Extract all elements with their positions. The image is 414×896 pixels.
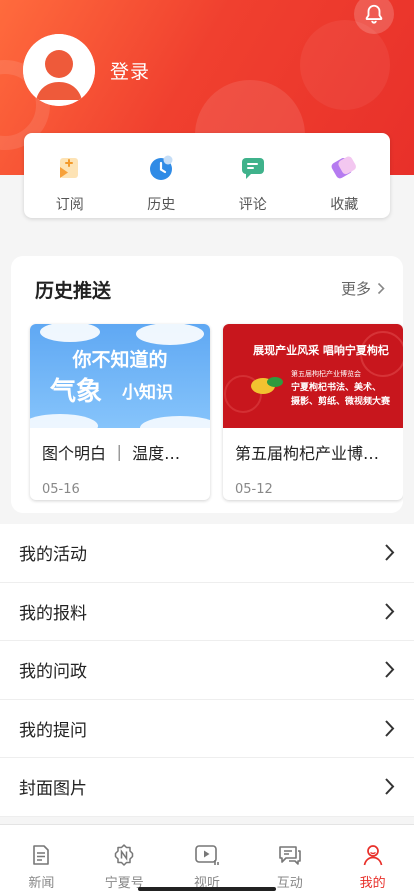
tab-interact[interactable]: 互动 [248,825,331,896]
history-clock-icon [146,153,176,183]
news-date: 05-12 [235,482,273,497]
quick-action-label: 订阅 [55,197,84,213]
menu-item-label: 我的活动 [19,545,87,566]
chevron-right-icon [385,603,395,620]
thumb-text: 摄影、剪纸、微视频大赛 [291,395,391,407]
quick-actions-card: 订阅 历史 评论 收藏 [24,133,390,218]
chevron-right-icon [385,661,395,678]
news-thumbnail: 你不知道的 气象 小知识 [30,324,210,428]
quick-action-comment[interactable]: 评论 [207,133,299,218]
notification-button[interactable] [354,0,394,34]
tab-ningxia[interactable]: 宁夏号 [83,825,166,896]
thumb-text: 气象 [49,376,102,407]
history-item[interactable]: 你不知道的 气象 小知识 图个明白 ｜ 温度… 05-16 [30,324,210,500]
ningxia-badge-icon [114,844,134,866]
bottom-tab-bar: 新闻 宁夏号 视听 互动 我的 [0,824,414,896]
menu-item-label: 封面图片 [19,779,87,800]
news-thumbnail: 展现产业风采 唱响宁夏枸杞 第五届枸杞产业博览会 宁夏枸杞书法、美术、 摄影、剪… [223,324,403,428]
more-link[interactable]: 更多 [341,278,385,299]
tab-label: 新闻 [28,876,55,891]
thumb-text: 你不知道的 [71,348,167,371]
chat-icon [278,846,301,865]
history-item[interactable]: 展现产业风采 唱响宁夏枸杞 第五届枸杞产业博览会 宁夏枸杞书法、美术、 摄影、剪… [223,324,403,500]
tab-label: 互动 [276,876,303,891]
quick-action-label: 收藏 [330,197,359,213]
favorite-icon [329,153,359,183]
tab-mine[interactable]: 我的 [331,825,414,896]
quick-action-subscribe[interactable]: 订阅 [24,133,116,218]
default-avatar-icon [23,34,95,106]
news-date: 05-16 [42,482,80,497]
chevron-right-icon [385,778,395,795]
home-indicator [138,887,276,891]
video-play-icon [195,845,219,865]
news-title: 图个明白 ｜ 温度… [42,444,181,463]
comment-icon [238,153,268,183]
thumb-text: 宁夏枸杞书法、美术、 [291,381,381,393]
news-icon [33,845,50,865]
quick-action-label: 历史 [147,197,176,213]
tab-label: 我的 [359,876,386,891]
avatar[interactable] [23,34,95,106]
tab-video[interactable]: 视听 [166,825,249,896]
thumb-text: 小知识 [122,382,173,403]
chevron-right-icon [385,720,395,737]
thumb-text: 第五届枸杞产业博览会 [291,369,361,378]
menu-list: 我的活动 我的报料 我的问政 我的提问 封面图片 [0,524,414,817]
quick-action-favorite[interactable]: 收藏 [299,133,391,218]
menu-item-reports[interactable]: 我的报料 [0,583,414,641]
chevron-right-icon [385,544,395,561]
bell-icon [365,4,383,24]
section-title: 历史推送 [35,280,112,302]
thumb-text: 展现产业风采 唱响宁夏枸杞 [252,343,389,357]
chevron-right-icon [377,282,385,295]
menu-item-label: 我的提问 [19,720,87,741]
menu-item-activities[interactable]: 我的活动 [0,524,414,583]
login-link[interactable]: 登录 [110,57,150,84]
menu-item-inquiries[interactable]: 我的问政 [0,641,414,700]
person-icon [363,845,382,866]
menu-item-cover-image[interactable]: 封面图片 [0,758,414,817]
news-title: 第五届枸杞产业博… [235,444,380,463]
history-push-card: 历史推送 更多 你不知道的 气象 小知识 图个明白 ｜ 温度… 05-16 展现… [11,256,403,513]
tab-news[interactable]: 新闻 [0,825,83,896]
quick-action-label: 评论 [238,197,267,213]
quick-action-history[interactable]: 历史 [116,133,208,218]
subscribe-icon [55,153,85,183]
menu-item-label: 我的报料 [19,603,87,624]
menu-item-label: 我的问政 [19,662,87,683]
more-label: 更多 [340,280,371,298]
menu-item-questions[interactable]: 我的提问 [0,700,414,758]
